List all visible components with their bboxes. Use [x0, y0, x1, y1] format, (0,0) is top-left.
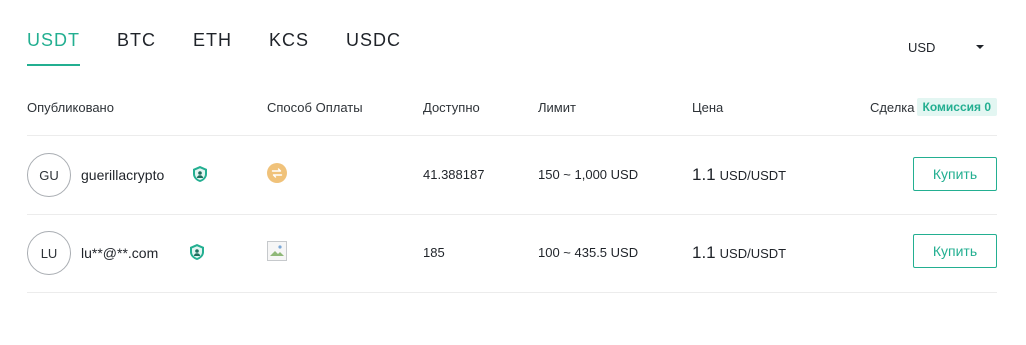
table-row: GU guerillacrypto 41.388187 150 ~ 1,000 …	[27, 137, 997, 215]
header-published: Опубликовано	[27, 100, 114, 115]
limit-range: 100 ~ 435.5 USD	[538, 245, 639, 260]
table-row: LU lu**@**.com 185 100 ~ 435.5 USD 1.1 US…	[27, 215, 997, 293]
buy-button[interactable]: Купить	[913, 234, 997, 268]
avatar[interactable]: LU	[27, 231, 71, 275]
header-limit: Лимит	[538, 100, 576, 115]
fiat-currency-select[interactable]: USD	[908, 38, 988, 56]
price-value: 1.1	[692, 243, 716, 262]
bank-transfer-icon	[267, 163, 287, 183]
tab-kcs[interactable]: KCS	[269, 28, 309, 66]
header-price: Цена	[692, 100, 724, 115]
table-header: Опубликовано Способ Оплаты Доступно Лими…	[27, 95, 997, 136]
tab-usdt[interactable]: USDT	[27, 28, 80, 66]
p2p-market-page: USDT BTC ETH KCS USDC USD Опубликовано С…	[0, 0, 1026, 345]
currency-select-value: USD	[908, 39, 936, 55]
price: 1.1 USD/USDT	[692, 165, 786, 185]
shield-user-icon	[190, 244, 204, 260]
avatar[interactable]: GU	[27, 153, 71, 197]
buy-button[interactable]: Купить	[913, 157, 997, 191]
header-payment-method: Способ Оплаты	[267, 100, 363, 115]
broken-image-icon	[267, 241, 287, 261]
limit-range: 150 ~ 1,000 USD	[538, 167, 639, 182]
price: 1.1 USD/USDT	[692, 243, 786, 263]
chevron-down-icon	[976, 45, 984, 49]
header-deal-label: Сделка	[869, 99, 915, 115]
price-value: 1.1	[692, 165, 716, 184]
header-available: Доступно	[423, 100, 480, 115]
tab-btc[interactable]: BTC	[117, 28, 156, 66]
tab-eth[interactable]: ETH	[193, 28, 232, 66]
available-amount: 185	[423, 245, 445, 260]
tab-usdc[interactable]: USDC	[346, 28, 401, 66]
header-deal: Сделка Комиссия 0	[870, 98, 997, 116]
advertiser-name[interactable]: lu**@**.com	[81, 245, 158, 261]
price-unit: USD/USDT	[719, 168, 787, 183]
available-amount: 41.388187	[423, 167, 485, 182]
coin-tabs: USDT BTC ETH KCS USDC	[27, 28, 438, 66]
advertiser-name[interactable]: guerillacrypto	[81, 167, 164, 183]
price-unit: USD/USDT	[719, 246, 787, 261]
image-placeholder-icon	[270, 245, 284, 256]
fee-badge: Комиссия 0	[916, 98, 997, 116]
shield-user-icon	[193, 166, 207, 182]
